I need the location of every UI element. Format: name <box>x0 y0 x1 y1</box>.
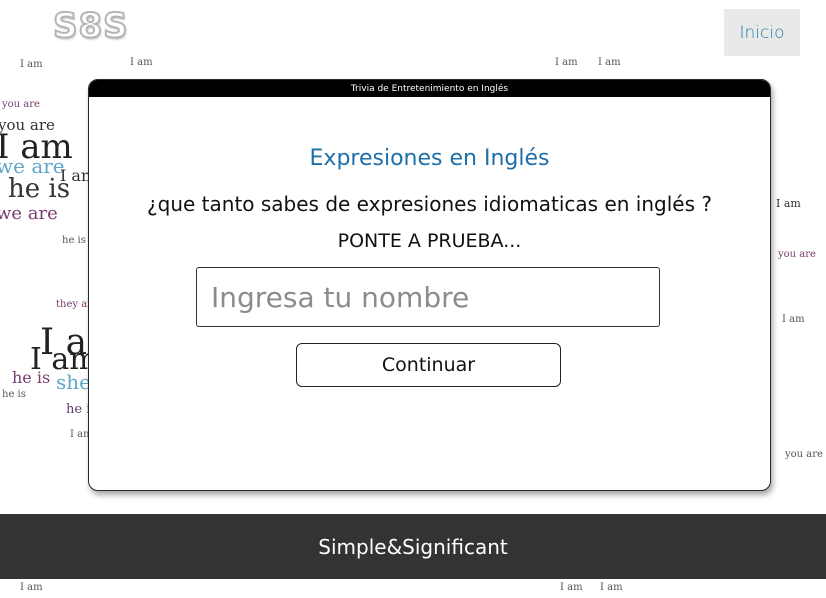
bg-word: I am <box>776 197 801 210</box>
bg-word: I am <box>782 314 805 325</box>
bg-word: I am <box>130 57 153 68</box>
quiz-title: Expresiones en Inglés <box>309 146 550 171</box>
trivia-modal: Trivia de Entretenimiento en Inglés Expr… <box>88 79 771 491</box>
bg-word: I am <box>20 582 43 593</box>
home-button[interactable]: Inicio <box>724 9 800 56</box>
quiz-question: ¿que tanto sabes de expresiones idiomati… <box>147 192 712 216</box>
quiz-challenge: PONTE A PRUEBA... <box>337 230 522 252</box>
bg-word: I am <box>20 59 43 70</box>
bg-word: he is <box>62 235 86 246</box>
bg-word: we are <box>0 203 58 224</box>
bg-word: you are <box>778 249 816 260</box>
bg-word: I am <box>600 582 623 593</box>
bg-word: you are <box>2 99 40 110</box>
bg-word: I am <box>598 57 621 68</box>
bg-word: he is <box>2 389 26 400</box>
modal-titlebar: Trivia de Entretenimiento en Inglés <box>89 80 770 97</box>
bg-word: we are <box>0 154 65 178</box>
bg-word: he is <box>12 368 51 387</box>
footer-text: Simple&Significant <box>318 534 508 559</box>
bg-word: you are <box>0 116 55 134</box>
name-input[interactable] <box>196 267 660 327</box>
bg-word: you are <box>785 449 823 460</box>
site-logo[interactable]: S8S <box>52 5 129 47</box>
continue-button[interactable]: Continuar <box>296 343 561 387</box>
bg-word: I am <box>555 57 578 68</box>
bg-word: I am <box>560 582 583 593</box>
footer: Simple&Significant <box>0 514 826 579</box>
